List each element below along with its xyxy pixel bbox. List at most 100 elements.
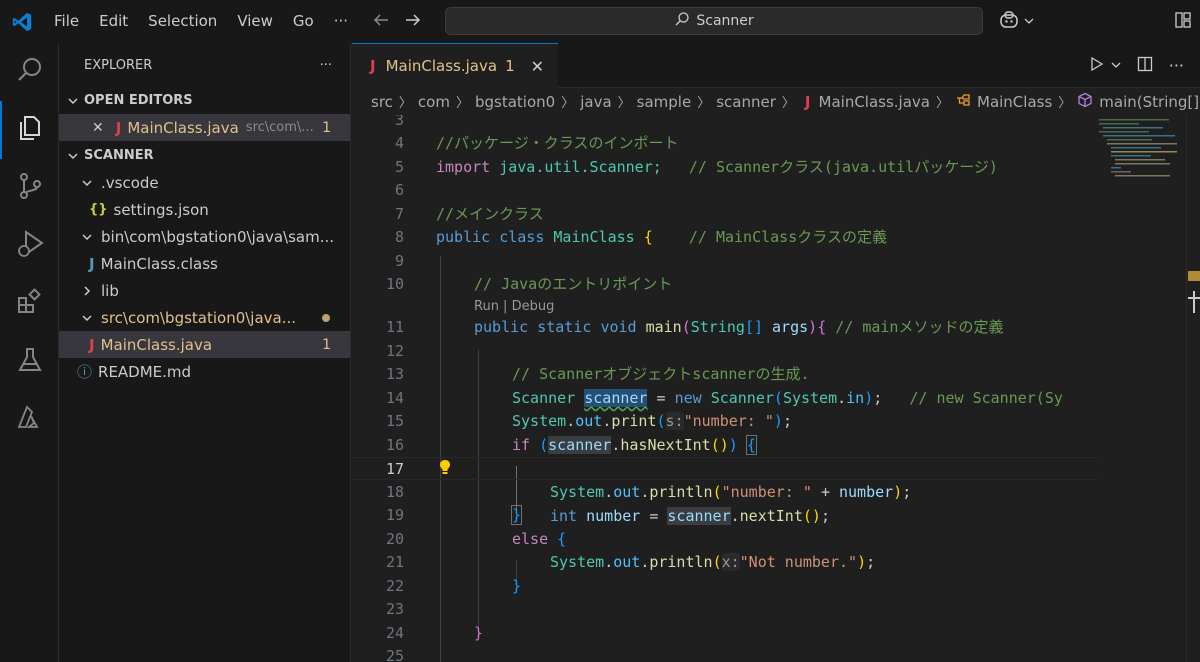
menu-bar: File Edit Selection View Go ···: [44, 0, 358, 43]
minimap[interactable]: [1097, 115, 1187, 662]
code-line: 21 System.out.println(x:"Not number.");: [352, 551, 1097, 574]
breadcrumb-item[interactable]: java: [580, 93, 611, 111]
forward-arrow-icon[interactable]: [404, 11, 422, 33]
run-icon[interactable]: [1089, 56, 1105, 76]
vertical-scrollbar[interactable]: [1186, 115, 1200, 662]
folder-lib[interactable]: lib: [59, 277, 350, 304]
code-line: 9: [352, 250, 1097, 273]
line-number: 25: [385, 647, 404, 662]
chevron-right-icon: [79, 285, 95, 297]
code-line: 25: [352, 645, 1097, 662]
close-icon[interactable]: ✕: [531, 57, 544, 76]
code-line: 4 //パッケージ・クラスのインポート: [352, 132, 1097, 155]
menu-selection[interactable]: Selection: [138, 0, 227, 43]
activity-azure[interactable]: [0, 391, 59, 449]
line-number: 20: [385, 530, 404, 548]
code-text: public static void main(String[] args){ …: [474, 318, 1004, 336]
split-editor-icon[interactable]: [1137, 56, 1153, 76]
line-number: 6: [394, 181, 404, 199]
menu-more[interactable]: ···: [324, 0, 358, 43]
line-number: 14: [385, 389, 404, 407]
open-editor-item[interactable]: ✕ J MainClass.java src\com\... 1: [59, 114, 350, 141]
file-mainclass-java[interactable]: J MainClass.java 1: [59, 331, 350, 358]
chevron-down-icon: [65, 150, 81, 162]
menu-file[interactable]: File: [44, 0, 89, 43]
breadcrumb-item[interactable]: bgstation0: [475, 93, 555, 111]
java-file-icon: J: [370, 57, 376, 75]
code-line: 7 //メインクラス: [352, 203, 1097, 226]
breadcrumb-item[interactable]: src: [371, 93, 393, 111]
scrollbar-cursor-marker: [1193, 291, 1195, 313]
line-number: 24: [385, 624, 404, 642]
line-number: 9: [394, 252, 404, 270]
folder-src[interactable]: src\com\bgstation0\java...: [59, 304, 350, 331]
scrollbar-warning-marker: [1188, 271, 1200, 281]
chevron-down-icon: [65, 95, 81, 107]
open-editors-label: OPEN EDITORS: [84, 93, 193, 108]
more-actions-icon[interactable]: ···: [1169, 56, 1184, 75]
lightbulb-icon[interactable]: [438, 458, 452, 483]
explorer-more-icon[interactable]: ···: [320, 58, 332, 73]
activity-run-debug[interactable]: [0, 217, 59, 275]
breadcrumb-item[interactable]: scanner: [716, 93, 776, 111]
code-editor[interactable]: 3 4 //パッケージ・クラスのインポート 5 import java.util.S…: [352, 115, 1097, 662]
chevron-right-icon: 〉: [455, 96, 469, 111]
tab-mainclass-java[interactable]: J MainClass.java 1 ✕: [352, 43, 559, 88]
code-text: System.out.println("number: " + number);: [550, 483, 912, 501]
breadcrumb-item[interactable]: com: [418, 93, 450, 111]
activity-bar: [0, 43, 59, 662]
file-mainclass-class[interactable]: J MainClass.class: [59, 250, 350, 277]
breadcrumb-item[interactable]: MainClass.java: [819, 93, 930, 111]
open-editors-section[interactable]: OPEN EDITORS: [59, 87, 350, 114]
chevron-down-icon[interactable]: [1111, 58, 1121, 74]
code-line: 24}: [352, 622, 1097, 645]
project-label: SCANNER: [84, 148, 154, 163]
search-text: Scanner: [696, 13, 754, 29]
code-text: public class MainClass { // MainClassクラス…: [436, 228, 887, 246]
folder-vscode[interactable]: .vscode: [59, 169, 350, 196]
search-icon: [16, 56, 44, 88]
project-section[interactable]: SCANNER: [59, 142, 350, 169]
json-file-icon: {}: [89, 202, 108, 217]
activity-explorer[interactable]: [0, 101, 59, 159]
tab-problem-badge: 1: [505, 57, 515, 75]
copilot-menu[interactable]: [998, 0, 1034, 43]
java-file-icon: J: [89, 335, 95, 354]
chevron-down-icon: [79, 312, 95, 324]
menu-view[interactable]: View: [227, 0, 283, 43]
folder-bin[interactable]: bin\com\bgstation0\java\sam...: [59, 223, 350, 250]
editor-area: J MainClass.java 1 ✕ ··· src 〉 com 〉 bgsta…: [352, 43, 1200, 662]
breadcrumb-item[interactable]: main(String[]): [1099, 93, 1200, 111]
modified-dot-icon: [322, 313, 330, 322]
activity-testing[interactable]: [0, 333, 59, 391]
chevron-right-icon: 〉: [561, 96, 575, 111]
problem-badge: 1: [322, 336, 331, 353]
code-comment: // Scannerオブジェクトscannerの生成.: [512, 365, 810, 383]
code-line: 22}: [352, 575, 1097, 598]
file-settings-json[interactable]: {} settings.json: [59, 196, 350, 223]
menu-go[interactable]: Go: [283, 0, 324, 43]
codelens-run-debug[interactable]: Run | Debug: [474, 299, 554, 314]
folder-label: lib: [101, 281, 119, 300]
close-icon[interactable]: ✕: [92, 120, 104, 136]
back-arrow-icon[interactable]: [372, 11, 390, 33]
code-text: }: [512, 577, 522, 595]
code-text: if (scanner.hasNextInt()) {: [512, 435, 757, 455]
breadcrumb-item[interactable]: sample: [637, 93, 692, 111]
activity-search[interactable]: [0, 43, 59, 101]
flask-icon: [16, 346, 44, 378]
file-readme[interactable]: ⓘ README.md: [59, 358, 350, 385]
customize-layout-icon[interactable]: [1174, 11, 1192, 33]
command-center-search[interactable]: Scanner: [445, 7, 983, 35]
breadcrumb-item[interactable]: MainClass: [977, 93, 1052, 111]
source-control-icon: [16, 172, 44, 204]
code-text: }: [510, 505, 523, 525]
chevron-down-icon: [79, 177, 95, 189]
menu-edit[interactable]: Edit: [89, 0, 138, 43]
code-line: 14 Scanner scanner = new Scanner(System.i…: [352, 387, 1097, 410]
activity-extensions[interactable]: [0, 275, 59, 333]
activity-source-control[interactable]: [0, 159, 59, 217]
extensions-icon: [16, 288, 44, 320]
line-number: 17: [385, 460, 404, 478]
tab-label: MainClass.java: [385, 57, 498, 75]
